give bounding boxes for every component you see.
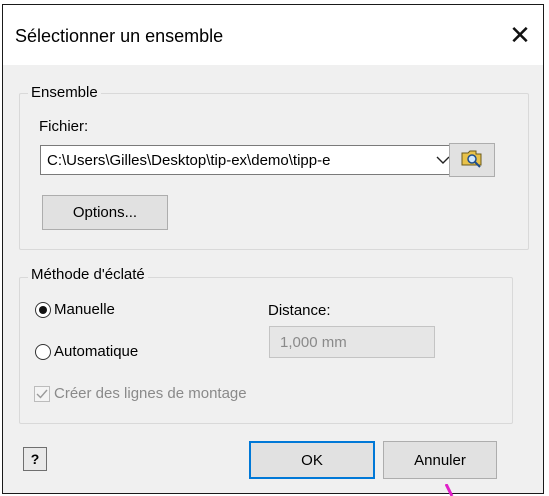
- assembly-lines-option: Créer des lignes de montage: [34, 385, 247, 402]
- file-path-value: C:\Users\Gilles\Desktop\tip-ex\demo\tipp…: [47, 151, 331, 169]
- distance-field: 1,000 mm: [269, 326, 435, 358]
- close-icon[interactable]: ✕: [497, 5, 543, 65]
- distance-label: Distance:: [268, 302, 331, 319]
- dialog-title: Sélectionner un ensemble: [15, 26, 224, 46]
- manual-radio-label: Manuelle: [54, 301, 115, 318]
- automatic-radio[interactable]: [35, 343, 51, 360]
- automatic-radio-option[interactable]: Automatique: [35, 343, 138, 360]
- title-bar: Sélectionner un ensemble ✕: [3, 5, 543, 65]
- manual-radio-option[interactable]: Manuelle: [35, 301, 115, 318]
- assembly-lines-label: Créer des lignes de montage: [54, 385, 247, 402]
- ensemble-legend: Ensemble: [28, 84, 101, 101]
- options-button[interactable]: Options...: [42, 195, 168, 230]
- ok-button[interactable]: OK: [249, 441, 375, 479]
- help-icon: ?: [30, 451, 40, 467]
- cancel-button[interactable]: Annuler: [383, 441, 497, 479]
- explode-method-legend: Méthode d'éclaté: [28, 266, 148, 283]
- help-button[interactable]: ?: [23, 447, 47, 471]
- file-label: Fichier:: [39, 118, 89, 135]
- automatic-radio-label: Automatique: [54, 343, 139, 360]
- assembly-lines-checkbox: [34, 385, 50, 402]
- file-path-combobox[interactable]: C:\Users\Gilles\Desktop\tip-ex\demo\tipp…: [40, 145, 458, 175]
- pointer-marker-icon: [445, 484, 454, 496]
- folder-search-icon: [461, 148, 483, 173]
- manual-radio[interactable]: [35, 301, 51, 318]
- browse-button[interactable]: [449, 143, 495, 177]
